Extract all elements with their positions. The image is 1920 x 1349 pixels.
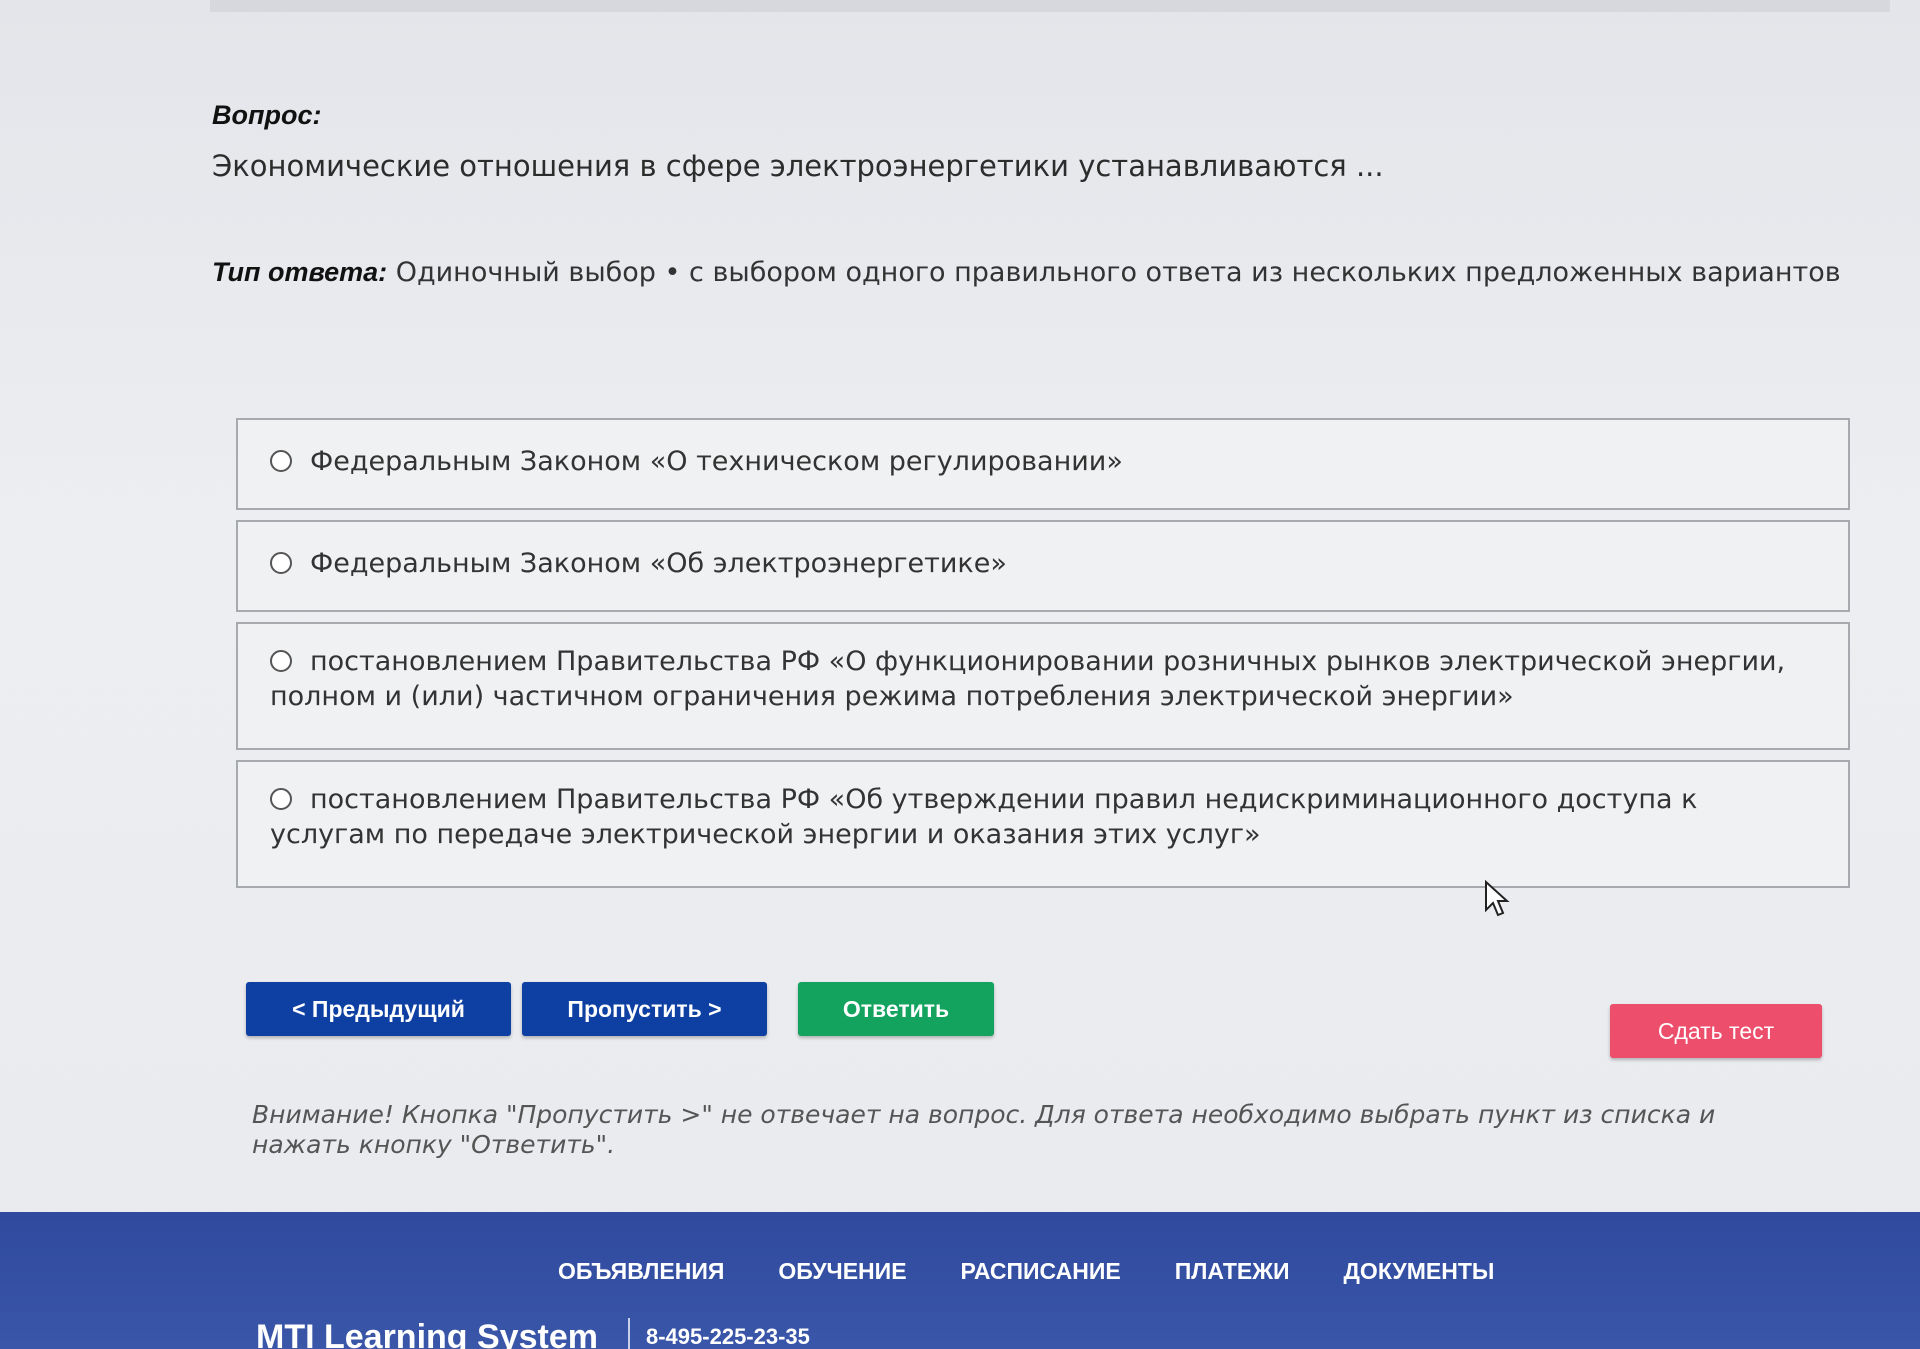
top-panel-edge — [210, 0, 1890, 12]
nav-learning[interactable]: ОБУЧЕНИЕ — [778, 1258, 906, 1285]
option-2[interactable]: Федеральным Законом «Об электроэнергетик… — [236, 520, 1850, 612]
option-label: постановлением Правительства РФ «О функц… — [270, 646, 1786, 713]
action-buttons: < Предыдущий Пропустить > Ответить Сдать… — [246, 982, 1824, 1058]
option-1[interactable]: Федеральным Законом «О техническом регул… — [236, 418, 1850, 510]
radio-icon[interactable] — [270, 649, 292, 672]
footer-divider — [628, 1318, 630, 1349]
question-text: Экономические отношения в сфере электроэ… — [212, 149, 1384, 183]
skip-button[interactable]: Пропустить > — [522, 982, 767, 1036]
answer-type: Тип ответа: Одиночный выбор • с выбором … — [212, 257, 1852, 288]
brand-logo-text: MTI Learning System — [256, 1318, 598, 1349]
previous-button[interactable]: < Предыдущий — [246, 982, 511, 1036]
option-label: Федеральным Законом «О техническом регул… — [310, 446, 1123, 477]
option-label: Федеральным Законом «Об электроэнергетик… — [310, 548, 1007, 579]
option-label: постановлением Правительства РФ «Об утве… — [270, 784, 1698, 851]
question-label: Вопрос: — [212, 100, 322, 130]
mouse-cursor-icon — [1485, 880, 1510, 917]
option-4[interactable]: постановлением Правительства РФ «Об утве… — [236, 760, 1850, 888]
answer-options: Федеральным Законом «О техническом регул… — [236, 418, 1850, 898]
radio-icon[interactable] — [270, 449, 292, 472]
skip-notice: Внимание! Кнопка "Пропустить >" не отвеч… — [252, 1100, 1716, 1159]
nav-payments[interactable]: ПЛАТЕЖИ — [1175, 1258, 1290, 1285]
radio-icon[interactable] — [270, 787, 292, 810]
submit-test-button[interactable]: Сдать тест — [1610, 1004, 1822, 1058]
answer-button[interactable]: Ответить — [798, 982, 994, 1036]
answer-type-text: Одиночный выбор • с выбором одного прави… — [395, 257, 1841, 288]
footer-nav: ОБЪЯВЛЕНИЯ ОБУЧЕНИЕ РАСПИСАНИЕ ПЛАТЕЖИ Д… — [558, 1258, 1494, 1285]
nav-documents[interactable]: ДОКУМЕНТЫ — [1344, 1258, 1495, 1285]
footer: ОБЪЯВЛЕНИЯ ОБУЧЕНИЕ РАСПИСАНИЕ ПЛАТЕЖИ Д… — [0, 1212, 1920, 1349]
nav-announcements[interactable]: ОБЪЯВЛЕНИЯ — [558, 1258, 724, 1285]
nav-schedule[interactable]: РАСПИСАНИЕ — [961, 1258, 1121, 1285]
option-3[interactable]: постановлением Правительства РФ «О функц… — [236, 622, 1850, 750]
answer-type-label: Тип ответа: — [212, 257, 388, 287]
radio-icon[interactable] — [270, 551, 292, 574]
phone-number: 8-495-225-23-35 — [646, 1324, 810, 1349]
question-block: Вопрос: Экономические отношения в сфере … — [212, 100, 1852, 288]
